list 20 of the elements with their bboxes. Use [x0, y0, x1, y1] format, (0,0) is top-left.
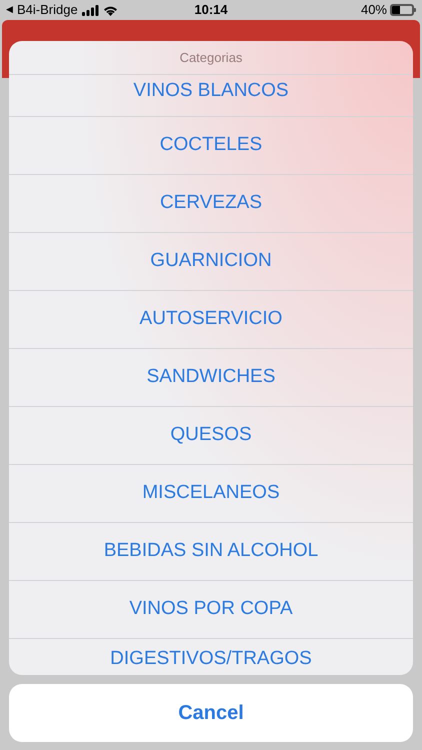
category-option[interactable]: GUARNICION [9, 233, 413, 291]
signal-icon [82, 4, 99, 16]
category-option[interactable]: CERVEZAS [9, 175, 413, 233]
category-option[interactable]: VINOS BLANCOS [9, 75, 413, 117]
wifi-icon [102, 4, 118, 16]
category-option[interactable]: QUESOS [9, 407, 413, 465]
cancel-button[interactable]: Cancel [9, 684, 413, 742]
category-option[interactable]: VINOS POR COPA [9, 581, 413, 639]
category-option[interactable]: AUTOSERVICIO [9, 291, 413, 349]
category-option[interactable]: MISCELANEOS [9, 465, 413, 523]
category-option[interactable]: SANDWICHES [9, 349, 413, 407]
battery-percent: 40% [360, 1, 387, 20]
category-option[interactable]: BEBIDAS SIN ALCOHOL [9, 523, 413, 581]
battery-icon [390, 4, 416, 16]
category-option[interactable]: COCTELES [9, 117, 413, 175]
back-arrow[interactable]: ◀ [6, 3, 13, 17]
category-option[interactable]: DIGESTIVOS/TRAGOS [9, 639, 413, 673]
sheet-title: Categorias [180, 48, 242, 67]
clock-time: 10:14 [193, 1, 229, 20]
back-app-link[interactable]: B4i-Bridge [17, 0, 78, 20]
